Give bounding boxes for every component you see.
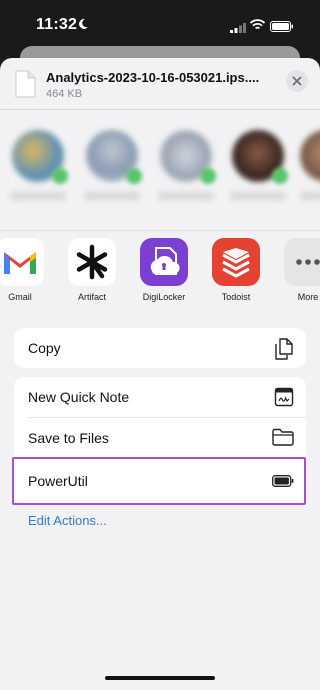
app-label: Todoist xyxy=(221,292,251,302)
app-artifact[interactable]: Artifact xyxy=(62,238,122,308)
close-icon xyxy=(292,76,302,86)
action-label: New Quick Note xyxy=(28,389,130,405)
wifi-icon xyxy=(249,18,266,36)
moon-icon xyxy=(78,17,89,35)
file-size: 464 KB xyxy=(46,88,83,100)
action-label: Copy xyxy=(28,340,61,356)
copy-icon xyxy=(274,338,294,365)
app-label: Gmail xyxy=(8,292,32,302)
save-to-files-action[interactable]: Save to Files xyxy=(14,418,306,458)
more-icon xyxy=(284,238,320,286)
file-name: Analytics-2023-10-16-053021.ips.... xyxy=(46,70,260,85)
app-share-row: Gmail Artifact DigiLocker Todoist More xyxy=(0,238,320,318)
app-digilocker[interactable]: DigiLocker xyxy=(134,238,194,308)
quick-note-icon xyxy=(274,387,294,412)
app-label: More xyxy=(297,292,319,302)
app-gmail[interactable]: Gmail xyxy=(0,238,50,308)
share-sheet: Analytics-2023-10-16-053021.ips.... 464 … xyxy=(0,58,320,690)
digilocker-icon xyxy=(140,238,188,286)
app-label: Artifact xyxy=(77,292,106,302)
artifact-icon xyxy=(68,238,116,286)
app-more[interactable]: More xyxy=(278,238,320,308)
airdrop-contacts-row xyxy=(0,120,320,230)
todoist-icon xyxy=(212,238,260,286)
status-time: 11:32 xyxy=(36,16,78,33)
phone-screen: 11:32 Analytics-2023-10-16-053021.ips...… xyxy=(0,0,320,690)
close-button[interactable] xyxy=(286,70,308,92)
edit-actions-link[interactable]: Edit Actions... xyxy=(28,513,107,528)
gmail-icon xyxy=(0,238,44,286)
new-quick-note-action[interactable]: New Quick Note xyxy=(14,377,306,417)
actions-group-copy: Copy xyxy=(14,328,306,368)
document-icon xyxy=(14,70,36,98)
battery-status-icon xyxy=(270,19,294,37)
folder-icon xyxy=(272,428,294,451)
app-todoist[interactable]: Todoist xyxy=(206,238,266,308)
copy-action[interactable]: Copy xyxy=(14,328,306,368)
share-sheet-header: Analytics-2023-10-16-053021.ips.... 464 … xyxy=(0,58,320,110)
action-label: Save to Files xyxy=(28,430,109,446)
signal-icon xyxy=(230,20,246,38)
home-indicator xyxy=(105,676,215,680)
divider xyxy=(0,230,320,231)
highlight-box xyxy=(12,457,306,505)
app-label: DigiLocker xyxy=(142,292,186,302)
status-bar: 11:32 xyxy=(0,0,320,48)
